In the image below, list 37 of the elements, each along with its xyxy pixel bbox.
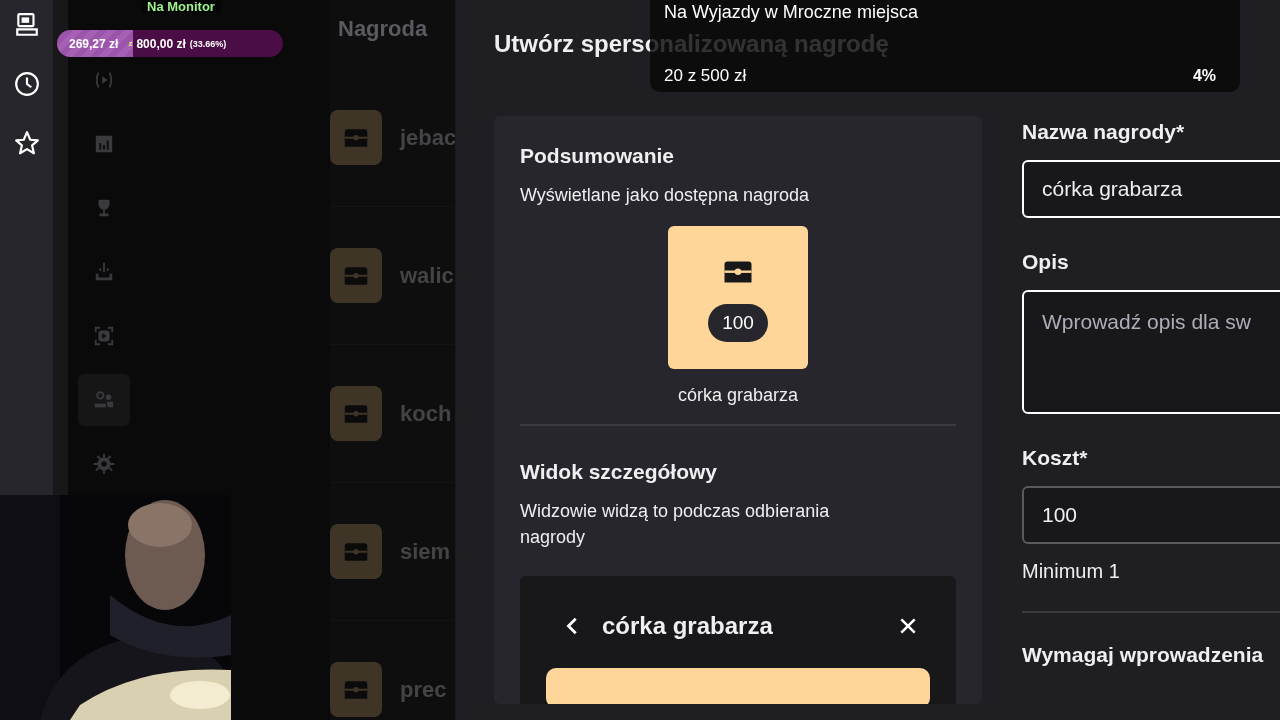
overlay-label: Na Monitor — [141, 0, 221, 13]
field-hint: Minimum 1 — [1022, 560, 1121, 583]
reward-title: córka grabarza — [602, 612, 773, 640]
star-icon[interactable] — [13, 130, 40, 156]
clock-icon[interactable] — [13, 71, 40, 97]
reward-tile[interactable] — [330, 662, 382, 717]
reward-name: prec — [400, 676, 447, 703]
reward-name: walic — [400, 262, 454, 289]
name-field[interactable]: córka grabarza — [1022, 160, 1280, 218]
people-nav-icon[interactable] — [78, 374, 130, 426]
page-heading: Nagroda — [338, 16, 429, 43]
goal-title: Na Wyjazdy w Mroczne miejsca — [664, 2, 919, 23]
cost-badge: 100 — [708, 303, 768, 342]
reward-name: siem — [400, 538, 451, 565]
reward-name: córka grabarza — [676, 385, 800, 406]
field-label: Koszt* — [1022, 446, 1089, 470]
goal-target: 800,00 zł — [136, 36, 186, 51]
goal-percent: 4% — [1192, 67, 1217, 85]
reward-tile[interactable] — [330, 110, 382, 165]
reward-name: jebac — [400, 124, 455, 151]
goal-separator: z — [128, 39, 133, 48]
cost-field[interactable]: 100 — [1022, 486, 1280, 544]
monitor-icon[interactable] — [13, 12, 40, 38]
field-label: Opis — [1022, 250, 1070, 274]
field-label: Nazwa nagrody* — [1022, 120, 1186, 144]
reward-name: koch — [400, 400, 452, 427]
section-heading: Podsumowanie — [520, 144, 676, 168]
goal-amount: 269,27 zł — [69, 36, 119, 51]
field-label: Wymagaj wprowadzenia — [1022, 643, 1265, 667]
reward-tile[interactable] — [330, 386, 382, 441]
reward-tile[interactable] — [330, 248, 382, 303]
reward-tile[interactable] — [330, 524, 382, 579]
description-field[interactable]: Wprowadź opis dla sw — [1022, 290, 1280, 414]
section-heading: Widok szczegółowy — [520, 460, 718, 484]
goal-percent: (33.66%) — [189, 38, 227, 49]
section-description: Wyświetlane jako dostępna nagroda — [520, 184, 811, 207]
section-description: Widzowie widzą to podczas odbierania nagrody — [520, 500, 831, 549]
